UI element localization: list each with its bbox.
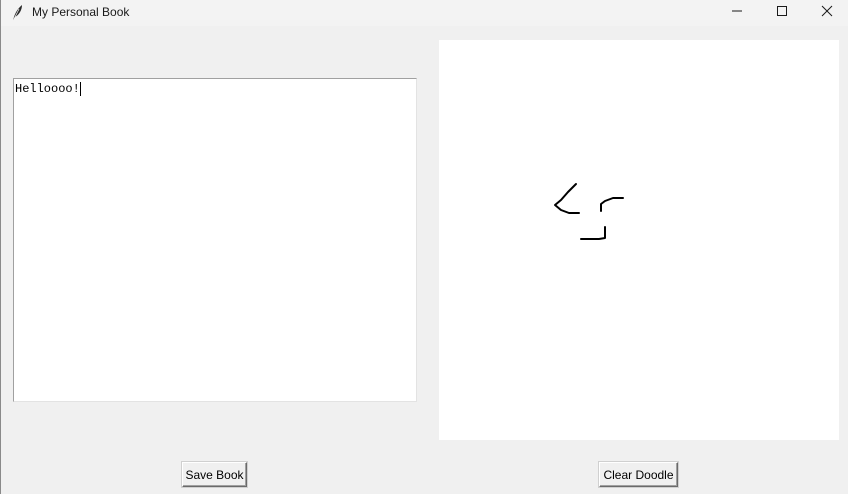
feather-icon xyxy=(10,4,24,22)
doodle-canvas[interactable] xyxy=(439,40,839,440)
book-text-area[interactable]: Helloooo! xyxy=(13,78,417,402)
text-caret xyxy=(79,82,81,96)
doodle-drawing xyxy=(554,183,624,240)
title-bar[interactable]: My Personal Book xyxy=(1,0,848,26)
minimize-button[interactable] xyxy=(714,0,760,26)
doodle-stroke xyxy=(600,197,624,212)
doodle-stroke xyxy=(580,226,606,240)
doodle-stroke xyxy=(554,183,580,214)
app-window: My Personal Book Helloooo! Save Book Cle… xyxy=(0,0,848,494)
close-icon xyxy=(821,4,833,22)
window-title: My Personal Book xyxy=(32,5,130,19)
maximize-button[interactable] xyxy=(759,0,805,26)
maximize-icon xyxy=(776,4,788,22)
clear-doodle-button[interactable]: Clear Doodle xyxy=(599,462,678,487)
minimize-icon xyxy=(731,4,743,22)
save-book-button[interactable]: Save Book xyxy=(182,462,247,487)
close-button[interactable] xyxy=(804,0,848,26)
book-text-content: Helloooo! xyxy=(15,82,80,96)
